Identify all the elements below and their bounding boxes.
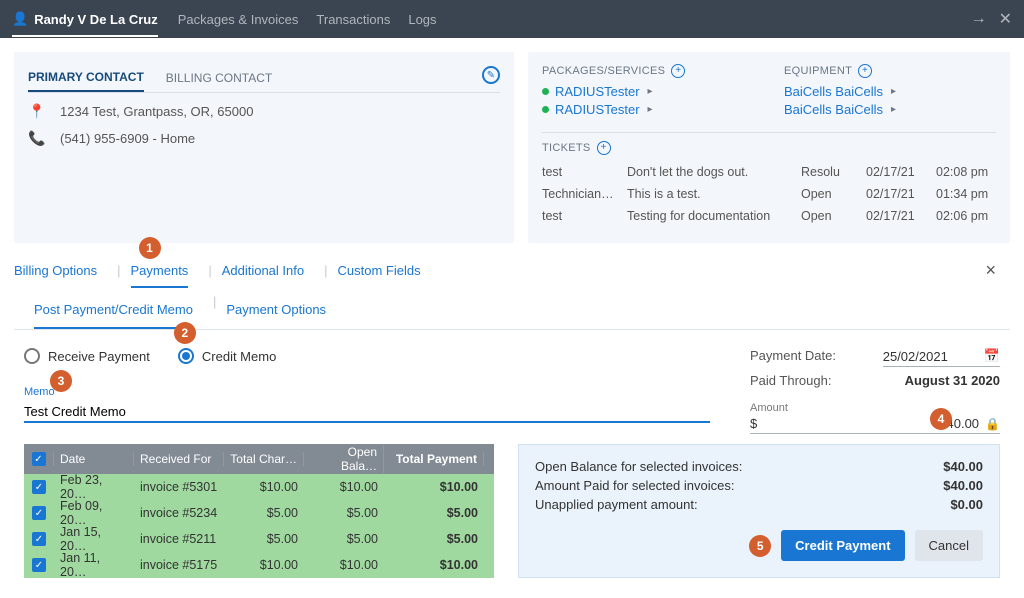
memo-label: Memo — [24, 386, 710, 398]
status-dot-icon — [542, 106, 549, 113]
amount-paid-value: $40.00 — [943, 478, 983, 493]
radio-receive-payment[interactable]: Receive Payment — [24, 348, 150, 364]
nav-packages-invoices[interactable]: Packages & Invoices — [178, 12, 299, 27]
credit-payment-button[interactable]: Credit Payment — [781, 530, 904, 561]
open-balance-value: $40.00 — [943, 459, 983, 474]
radio-credit-memo[interactable]: Credit Memo 2 — [178, 348, 276, 364]
contact-phone: (541) 955-6909 - Home — [60, 131, 195, 146]
radio-icon — [178, 348, 194, 364]
row-checkbox[interactable]: ✓ — [32, 480, 46, 494]
row-checkbox[interactable]: ✓ — [32, 506, 46, 520]
chevron-right-icon: ▸ — [891, 86, 896, 97]
service-link[interactable]: RADIUSTester — [555, 84, 640, 99]
contact-address: 1234 Test, Grantpass, OR, 65000 — [60, 104, 253, 119]
col-total-charges[interactable]: Total Char… — [224, 452, 304, 466]
lock-icon: 🔒 — [985, 417, 1000, 431]
add-ticket-icon[interactable]: + — [597, 141, 611, 155]
col-open-balance[interactable]: Open Bala… — [304, 445, 384, 473]
amount-input[interactable]: $ 40.00 🔒 4 — [750, 414, 1000, 434]
unapplied-value: $0.00 — [950, 497, 983, 512]
tab-primary-contact[interactable]: PRIMARY CONTACT — [28, 64, 144, 92]
close-window-icon[interactable]: ✕ — [999, 9, 1012, 29]
nav-transactions[interactable]: Transactions — [316, 12, 390, 27]
cancel-button[interactable]: Cancel — [915, 530, 983, 561]
paid-through-value: August 31 2020 — [905, 373, 1000, 388]
tab-additional-info[interactable]: Additional Info — [222, 255, 304, 286]
tab-payments[interactable]: Payments — [131, 255, 189, 288]
select-all-checkbox[interactable]: ✓ — [32, 452, 46, 466]
payment-date-value: 25/02/2021 — [883, 349, 948, 364]
invoice-table: ✓ Date Received For Total Char… Open Bal… — [24, 444, 494, 578]
ticket-row[interactable]: Technician …This is a test.Open02/17/210… — [542, 183, 996, 205]
col-date[interactable]: Date — [54, 452, 134, 466]
memo-input[interactable] — [24, 400, 710, 423]
amount-label: Amount — [750, 402, 1000, 414]
payment-date-label: Payment Date: — [750, 348, 836, 367]
ticket-row[interactable]: testDon't let the dogs out.Resolu02/17/2… — [542, 161, 996, 183]
packages-services-label: PACKAGES/SERVICES — [542, 65, 665, 77]
services-panel: PACKAGES/SERVICES + RADIUSTester ▸ RADIUS… — [528, 52, 1010, 243]
equipment-link[interactable]: BaiCells BaiCells — [784, 84, 883, 99]
amount-value: 40.00 — [947, 416, 980, 431]
tab-billing-options[interactable]: Billing Options — [14, 255, 97, 286]
tab-custom-fields[interactable]: Custom Fields — [338, 255, 421, 286]
location-pin-icon: 📍 — [28, 103, 46, 120]
edit-contact-icon[interactable]: ✎ — [482, 66, 500, 84]
radio-icon — [24, 348, 40, 364]
calendar-icon: 📅 — [984, 348, 1000, 364]
contact-panel: PRIMARY CONTACT BILLING CONTACT ✎ 📍 1234… — [14, 52, 514, 243]
chevron-right-icon: ▸ — [648, 104, 653, 115]
phone-icon: 📞 — [28, 130, 46, 147]
equipment-label: EQUIPMENT — [784, 65, 852, 77]
forward-icon[interactable]: → — [971, 10, 987, 28]
row-checkbox[interactable]: ✓ — [32, 532, 46, 546]
tab-post-payment-credit-memo[interactable]: Post Payment/Credit Memo — [34, 294, 193, 329]
credit-memo-label: Credit Memo — [202, 349, 276, 364]
service-link[interactable]: RADIUSTester — [555, 102, 640, 117]
paid-through-label: Paid Through: — [750, 373, 831, 388]
equipment-link[interactable]: BaiCells BaiCells — [784, 102, 883, 117]
receive-payment-label: Receive Payment — [48, 349, 150, 364]
add-equipment-icon[interactable]: + — [858, 64, 872, 78]
close-panel-icon[interactable]: × — [985, 260, 996, 281]
annotation-marker: 5 — [749, 535, 771, 557]
open-balance-label: Open Balance for selected invoices: — [535, 459, 742, 474]
ticket-row[interactable]: testTesting for documentationOpen02/17/2… — [542, 205, 996, 227]
chevron-right-icon: ▸ — [891, 104, 896, 115]
unapplied-label: Unapplied payment amount: — [535, 497, 698, 512]
tab-billing-contact[interactable]: BILLING CONTACT — [166, 65, 272, 91]
payment-summary: Open Balance for selected invoices: $40.0… — [518, 444, 1000, 578]
status-dot-icon — [542, 88, 549, 95]
col-received-for[interactable]: Received For — [134, 452, 224, 466]
tab-payment-options[interactable]: Payment Options — [226, 294, 326, 329]
table-row[interactable]: ✓Feb 23, 20…invoice #5301$10.00$10.00$10… — [24, 474, 494, 500]
amount-paid-label: Amount Paid for selected invoices: — [535, 478, 734, 493]
table-row[interactable]: ✓Jan 11, 20…invoice #5175$10.00$10.00$10… — [24, 552, 494, 578]
customer-name-tab[interactable]: 👤 Randy V De La Cruz — [12, 1, 158, 37]
tickets-label: TICKETS — [542, 142, 591, 154]
currency-symbol: $ — [750, 416, 757, 431]
customer-name: Randy V De La Cruz — [34, 12, 158, 27]
person-icon: 👤 — [12, 11, 28, 27]
table-row[interactable]: ✓Feb 09, 20…invoice #5234$5.00$5.00$5.00 — [24, 500, 494, 526]
top-nav: 👤 Randy V De La Cruz Packages & Invoices… — [0, 0, 1024, 38]
payment-date-input[interactable]: 25/02/2021 📅 — [883, 348, 1000, 367]
chevron-right-icon: ▸ — [648, 86, 653, 97]
table-row[interactable]: ✓Jan 15, 20…invoice #5211$5.00$5.00$5.00 — [24, 526, 494, 552]
nav-logs[interactable]: Logs — [408, 12, 436, 27]
col-total-payment[interactable]: Total Payment — [384, 452, 484, 466]
row-checkbox[interactable]: ✓ — [32, 558, 46, 572]
add-package-icon[interactable]: + — [671, 64, 685, 78]
